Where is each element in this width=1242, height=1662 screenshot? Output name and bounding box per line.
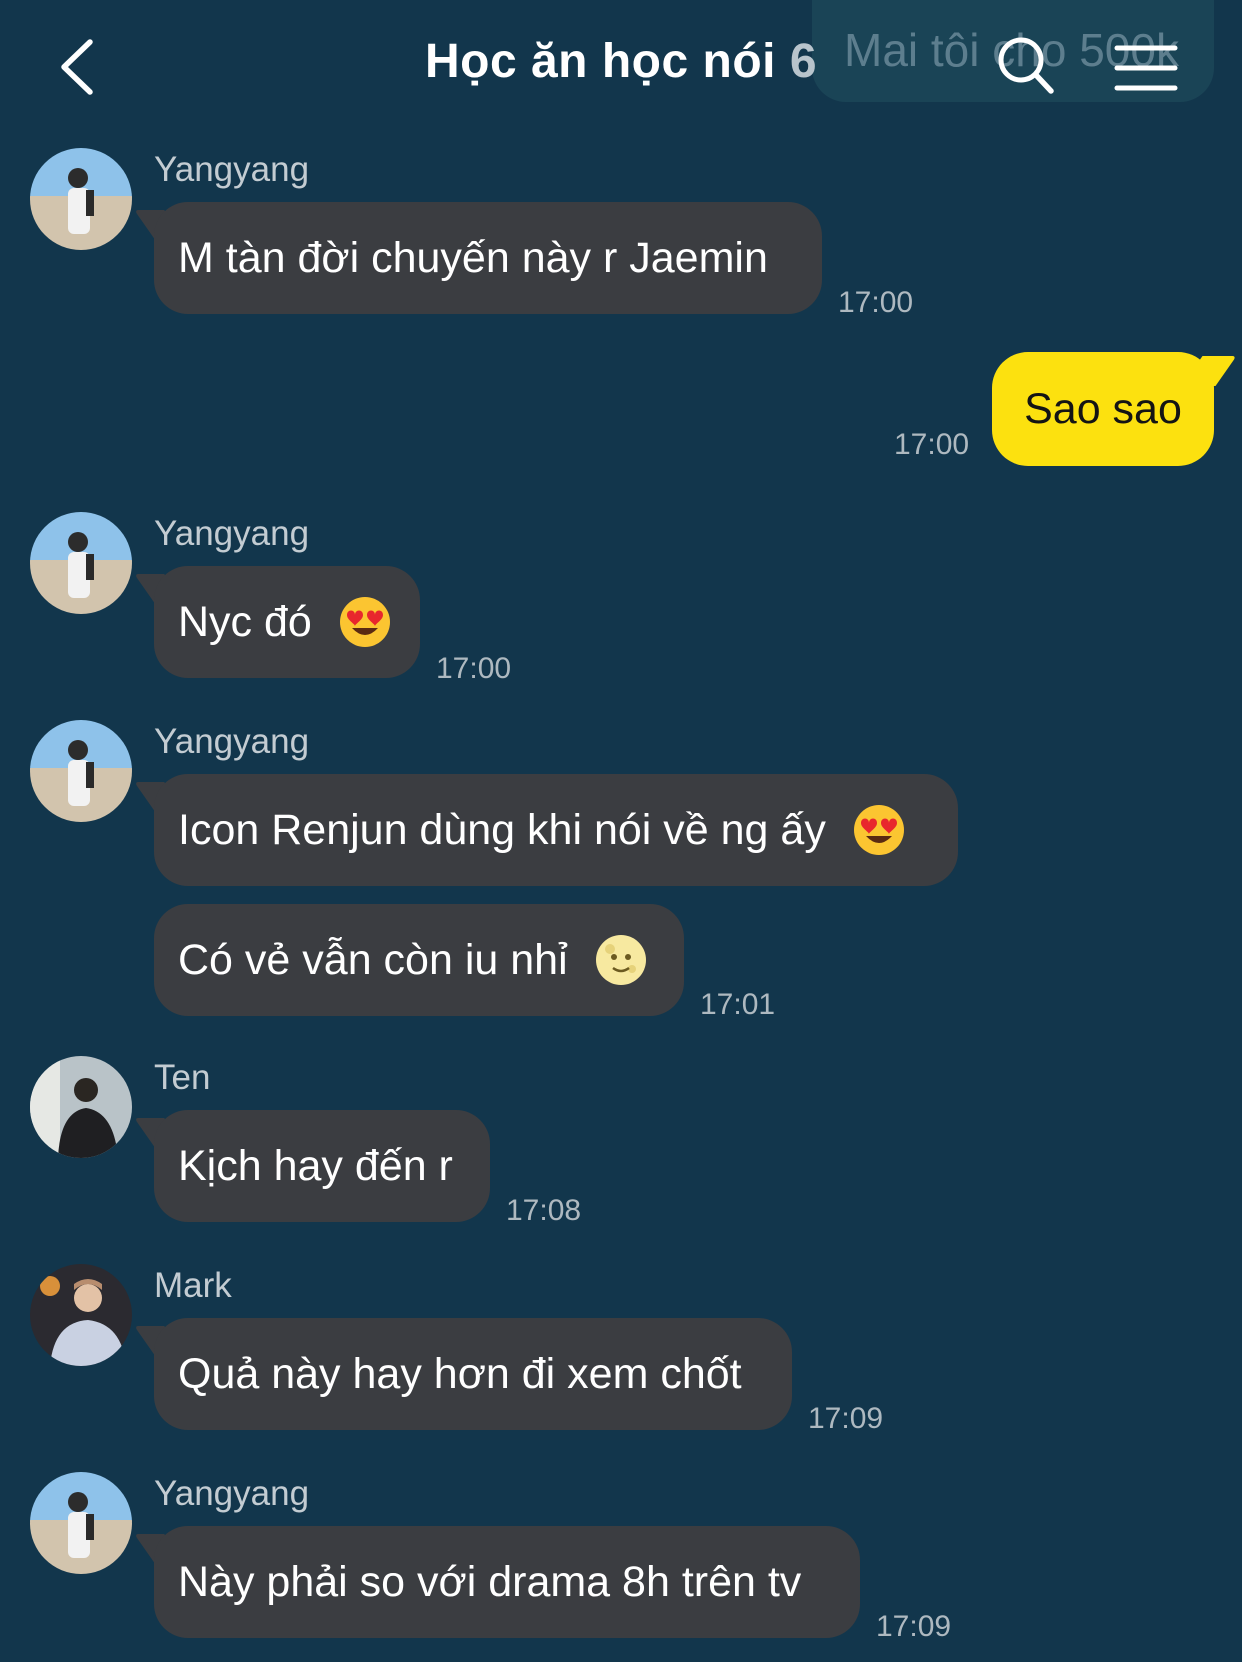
message-time: 17:00 <box>436 652 512 685</box>
search-icon <box>998 37 1054 94</box>
avatar-yangyang[interactable] <box>30 720 132 822</box>
message-text: Icon Renjun dùng khi nói về ng ấy <box>178 806 826 854</box>
message-bubble[interactable]: Quả này hay hơn đi xem chốt <box>134 1318 792 1430</box>
sender-name: Yangyang <box>154 722 310 761</box>
bubble-tail <box>134 210 184 238</box>
message-bubble[interactable]: Nyc đó <box>134 566 420 678</box>
avatar-ten[interactable] <box>30 1056 132 1158</box>
avatar-yangyang[interactable] <box>30 1472 132 1574</box>
message-text: Nyc đó <box>178 598 312 646</box>
message-bubble[interactable]: Kịch hay đến r <box>134 1110 490 1222</box>
message-bubble[interactable]: Có vẻ vẫn còn iu nhỉ <box>154 904 684 1016</box>
message-bubble[interactable]: Này phải so với drama 8h trên tv <box>134 1526 860 1638</box>
sender-name: Ten <box>154 1058 211 1097</box>
message-time: 17:09 <box>876 1610 952 1643</box>
search-button[interactable] <box>996 34 1056 96</box>
menu-button[interactable] <box>1114 44 1178 92</box>
bubble-tail <box>134 1534 184 1562</box>
message-text: Quả này hay hơn đi xem chốt <box>178 1350 742 1398</box>
avatar-mark[interactable] <box>30 1264 132 1366</box>
message-text: Này phải so với drama 8h trên tv <box>178 1558 802 1606</box>
message-time: 17:09 <box>808 1402 884 1435</box>
message-text: Có vẻ vẫn còn iu nhỉ <box>178 936 568 984</box>
bubble-tail <box>134 574 184 602</box>
heart-eyes-emoji <box>853 804 904 855</box>
bubble-tail <box>134 1326 184 1354</box>
bubble-tail <box>134 782 184 810</box>
bubble-tail <box>134 1118 184 1146</box>
full-moon-face-emoji <box>595 934 646 985</box>
my-message-bubble[interactable]: Sao sao <box>992 352 1237 466</box>
message-time: 17:00 <box>838 286 914 319</box>
sender-name: Yangyang <box>154 1474 310 1513</box>
message-text: M tàn đời chuyến này r Jaemin <box>178 234 768 282</box>
sender-name: Yangyang <box>154 150 310 189</box>
avatar-yangyang[interactable] <box>30 512 132 614</box>
message-text: Sao sao <box>1024 385 1182 433</box>
sender-name: Mark <box>154 1266 232 1305</box>
message-text: Kịch hay đến r <box>178 1142 453 1190</box>
message-bubble[interactable]: M tàn đời chuyến này r Jaemin <box>134 202 822 314</box>
chat-header: Mai tôi cho 500k Học ăn học nói 6 <box>0 0 1242 140</box>
sender-name: Yangyang <box>154 514 310 553</box>
menu-icon <box>1114 45 1178 91</box>
message-time: 17:00 <box>894 428 970 461</box>
member-count: 6 <box>789 35 818 88</box>
chat-name: Học ăn học nói <box>424 35 776 88</box>
heart-eyes-emoji <box>339 596 390 647</box>
message-bubble[interactable]: Icon Renjun dùng khi nói về ng ấy <box>134 774 958 886</box>
avatar-yangyang[interactable] <box>30 148 132 250</box>
message-time: 17:08 <box>506 1194 582 1227</box>
bubble-tail <box>1181 356 1237 386</box>
message-time: 17:01 <box>700 988 776 1021</box>
